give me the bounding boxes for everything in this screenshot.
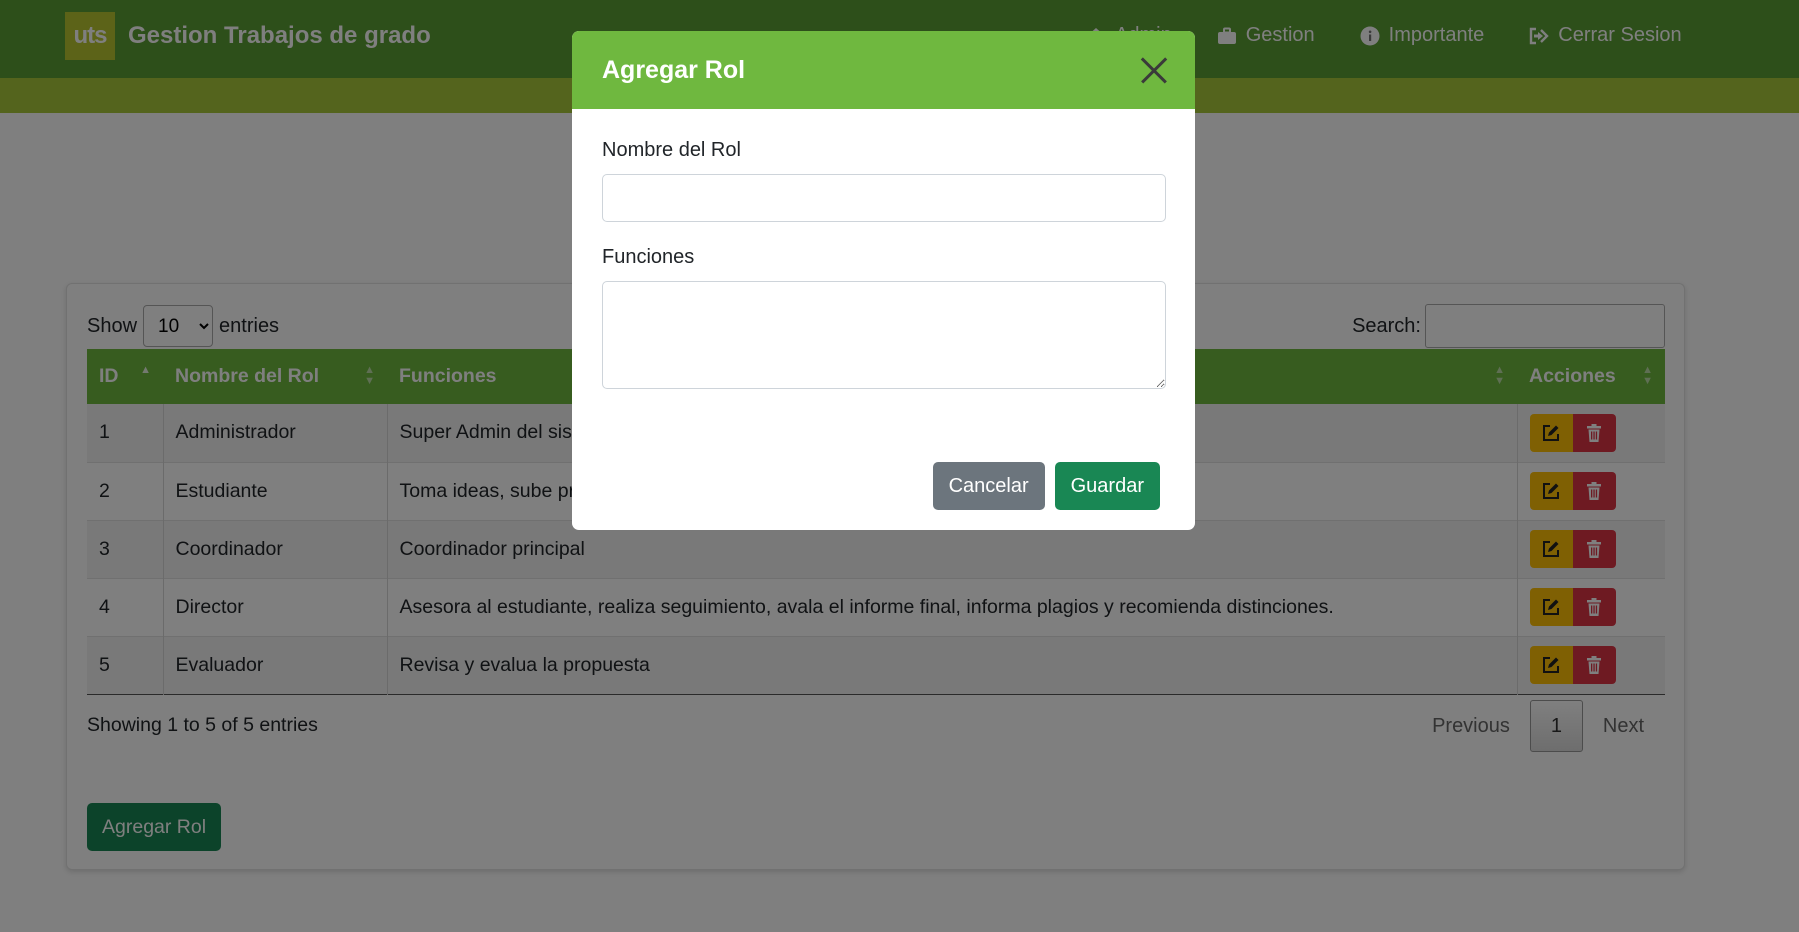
role-name-label: Nombre del Rol <box>602 139 741 161</box>
functions-label: Funciones <box>602 246 695 268</box>
modal-title: Agregar Rol <box>602 55 746 84</box>
modal-body: Nombre del Rol Funciones <box>572 109 1195 389</box>
modal-footer: Cancelar Guardar <box>932 462 1160 510</box>
cancel-button[interactable]: Cancelar <box>932 462 1045 510</box>
role-name-input[interactable] <box>602 174 1166 222</box>
modal-header: Agregar Rol <box>572 31 1195 109</box>
add-role-modal: Agregar Rol Nombre del Rol Funciones Can… <box>572 31 1195 530</box>
close-icon[interactable] <box>1141 57 1167 83</box>
save-button[interactable]: Guardar <box>1054 462 1160 510</box>
functions-textarea[interactable] <box>602 281 1166 389</box>
